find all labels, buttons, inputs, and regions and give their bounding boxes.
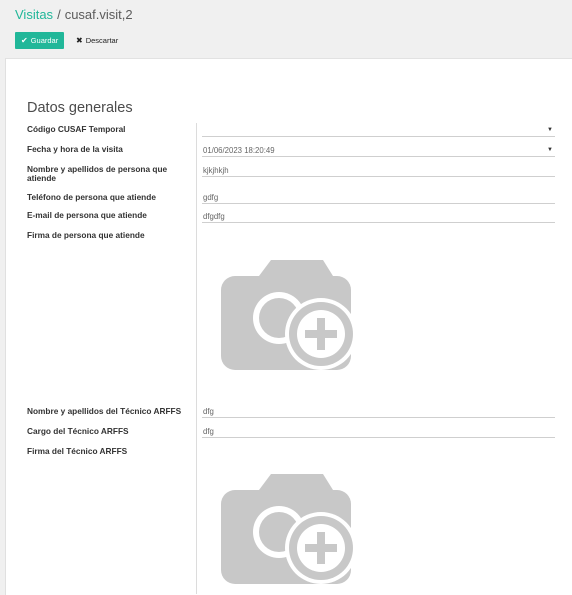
label-telefono: Teléfono de persona que atiende [27, 192, 156, 202]
save-button[interactable]: ✔ Guardar [15, 32, 65, 49]
breadcrumb-link-visitas[interactable]: Visitas [15, 7, 53, 22]
label-firma-persona: Firma de persona que atiende [27, 230, 145, 240]
check-icon: ✔ [21, 36, 28, 45]
nombre-persona-value: kjkjhkjh [203, 166, 229, 175]
label-email: E-mail de persona que atiende [27, 210, 147, 220]
label-cargo: Cargo del Técnico ARFFS [27, 426, 129, 436]
label-firma-tecnico: Firma del Técnico ARFFS [27, 446, 128, 456]
label-codigo-cusaf: Código CUSAF Temporal [27, 124, 126, 134]
tecnico-value: dfg [203, 407, 214, 416]
email-value: dfgdfg [203, 212, 225, 221]
camera-plus-icon [221, 474, 357, 584]
breadcrumb-current: cusaf.visit,2 [64, 7, 133, 22]
telefono-field[interactable]: gdfg [202, 191, 555, 204]
firma-persona-upload[interactable] [221, 260, 357, 375]
column-divider [196, 123, 197, 594]
fecha-visita-field[interactable]: 01/06/2023 18:20:49 ▼ [202, 144, 555, 157]
cargo-field[interactable]: dfg [202, 425, 555, 438]
top-bar: Visitas / cusaf.visit,2 ✔ Guardar ✖ Descar… [0, 0, 572, 60]
firma-tecnico-upload[interactable] [221, 474, 357, 589]
breadcrumb: Visitas / cusaf.visit,2 [15, 7, 133, 22]
x-icon: ✖ [76, 36, 83, 45]
camera-plus-icon [221, 260, 357, 370]
label-nombre-persona: Nombre y apellidos de persona que atiend… [27, 164, 168, 183]
tecnico-field[interactable]: dfg [202, 405, 555, 418]
save-button-label: Guardar [30, 36, 59, 45]
fecha-visita-value: 01/06/2023 18:20:49 [203, 146, 275, 155]
discard-button[interactable]: ✖ Descartar [76, 32, 118, 49]
cargo-value: dfg [203, 427, 214, 436]
email-field[interactable]: dfgdfg [202, 210, 555, 223]
discard-button-label: Descartar [85, 36, 119, 45]
caret-down-icon: ▼ [547, 127, 553, 133]
telefono-value: gdfg [203, 193, 219, 202]
label-tecnico: Nombre y apellidos del Técnico ARFFS [27, 406, 182, 416]
section-title: Datos generales [27, 100, 133, 116]
caret-down-icon: ▼ [547, 147, 553, 153]
breadcrumb-separator: / [57, 7, 61, 22]
nombre-persona-field[interactable]: kjkjhkjh [202, 164, 555, 177]
label-fecha-visita: Fecha y hora de la visita [27, 144, 123, 154]
codigo-cusaf-select[interactable]: ▼ [202, 124, 555, 137]
